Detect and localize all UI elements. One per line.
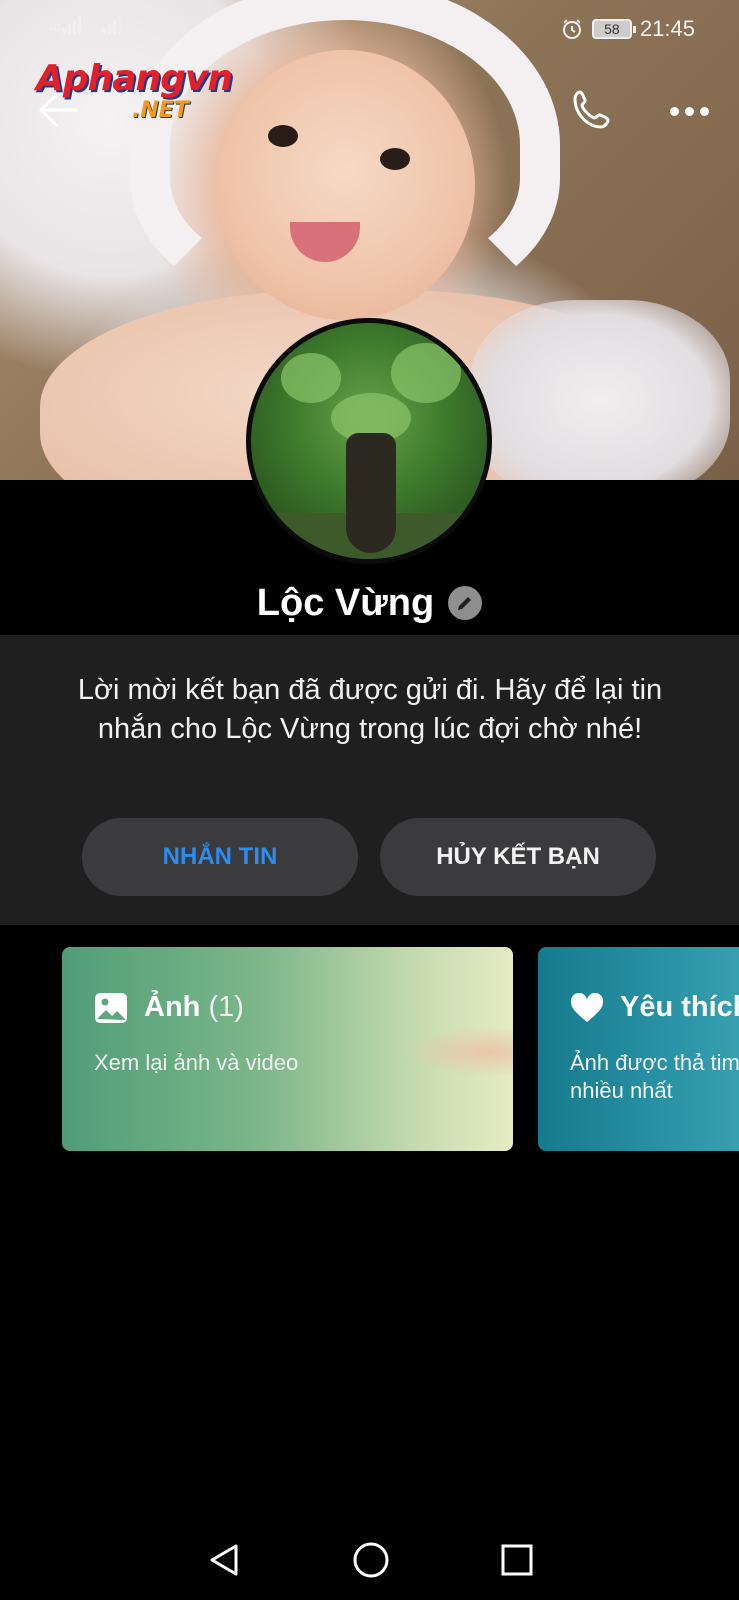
- favorites-card[interactable]: Yêu thích Ảnh được thả tim nhiều nhất: [538, 947, 739, 1151]
- battery-level: 58: [604, 21, 620, 37]
- clock: 21:45: [639, 16, 695, 41]
- arrow-left-icon: [39, 93, 78, 127]
- unfriend-button[interactable]: HỦY KẾT BẠN: [380, 818, 656, 896]
- alarm-icon: [562, 19, 581, 39]
- avatar-leaf: [281, 353, 341, 403]
- photos-card[interactable]: Ảnh (1) Xem lại ảnh và video: [62, 947, 513, 1151]
- heart-icon: [570, 992, 604, 1022]
- call-button[interactable]: [568, 86, 616, 134]
- avatar-trunk: [346, 433, 396, 553]
- home-circle-icon[interactable]: [352, 1541, 390, 1579]
- photos-card-title: Ảnh (1): [94, 991, 244, 1024]
- photos-card-thumbnail: [402, 1027, 513, 1077]
- back-triangle-icon[interactable]: [206, 1542, 242, 1578]
- cover-photo-towel: [470, 300, 730, 480]
- cover-photo-eye: [268, 125, 298, 147]
- photos-card-subtitle: Xem lại ảnh và video: [94, 1050, 299, 1075]
- status-right: 58 21:45: [560, 16, 695, 42]
- signal-icon: [103, 16, 122, 34]
- edit-name-button[interactable]: [448, 586, 483, 620]
- favorites-card-title: Yêu thích: [570, 991, 739, 1024]
- image-icon: [95, 992, 127, 1023]
- more-horizontal-icon: [669, 106, 679, 116]
- profile-avatar[interactable]: [246, 318, 492, 564]
- pencil-icon: [458, 597, 472, 610]
- friend-request-message: Lời mời kết bạn đã được gửi đi. Hãy để l…: [77, 674, 663, 745]
- more-options-button[interactable]: [664, 96, 714, 126]
- friend-request-panel: Lời mời kết bạn đã được gửi đi. Hãy để l…: [0, 635, 739, 925]
- favorites-card-subtitle: Ảnh được thả tim nhiều nhất: [570, 1050, 739, 1103]
- status-bar: 4G 58 21:45: [0, 0, 739, 60]
- recents-square-icon[interactable]: [500, 1543, 534, 1577]
- favorites-card-label: Yêu thích: [620, 991, 739, 1023]
- more-horizontal-icon: [699, 106, 709, 116]
- profile-name-row: Lộc Vừng: [0, 575, 739, 631]
- profile-name: Lộc Vừng: [256, 581, 435, 624]
- signal-icon: 4G: [48, 16, 82, 34]
- phone-icon: [573, 90, 610, 129]
- system-nav-bar: [0, 1520, 739, 1600]
- cover-photo-eye: [380, 148, 410, 170]
- photos-count: (1): [208, 991, 244, 1023]
- watermark-line2: .NET: [132, 98, 189, 123]
- signal-indicators: 4G: [48, 16, 122, 34]
- photos-card-label: Ảnh: [144, 991, 201, 1023]
- battery-icon: 58: [591, 19, 636, 39]
- avatar-leaf: [391, 343, 461, 403]
- cover-photo-face: [215, 50, 475, 320]
- send-message-button[interactable]: NHẮN TIN: [82, 818, 358, 896]
- more-horizontal-icon: [684, 106, 694, 116]
- network-type: 4G: [48, 23, 62, 34]
- back-button[interactable]: [36, 90, 80, 130]
